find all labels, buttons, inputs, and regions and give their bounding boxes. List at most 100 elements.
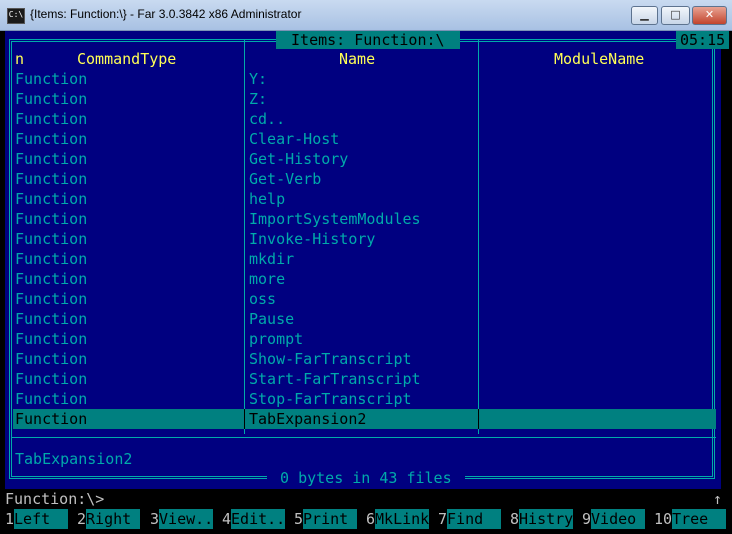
column-separator bbox=[478, 409, 479, 429]
item-commandtype: Function bbox=[15, 250, 88, 268]
list-item[interactable]: Function Get-History bbox=[13, 149, 716, 169]
panel-status-divider bbox=[11, 437, 716, 438]
item-commandtype: Function bbox=[15, 410, 88, 428]
fkey-label: MkLink bbox=[375, 509, 430, 529]
fkey-6[interactable]: 6MkLink bbox=[366, 509, 430, 529]
minimize-button[interactable]: ▁ bbox=[631, 6, 658, 25]
item-commandtype: Function bbox=[15, 290, 88, 308]
item-name: Start-FarTranscript bbox=[249, 370, 421, 388]
item-name: cd.. bbox=[249, 110, 286, 128]
fkey-label: Find bbox=[447, 509, 502, 529]
fkey-label: Left bbox=[14, 509, 69, 529]
fkey-number: 8 bbox=[510, 510, 520, 528]
fkey-4[interactable]: 4Edit.. bbox=[222, 509, 286, 529]
window-titlebar[interactable]: C:\ {Items: Function:\} - Far 3.0.3842 x… bbox=[0, 0, 732, 31]
column-header-modulename[interactable]: ModuleName bbox=[554, 49, 644, 69]
item-name: Get-Verb bbox=[249, 170, 322, 188]
item-name: Stop-FarTranscript bbox=[249, 390, 412, 408]
item-commandtype: Function bbox=[15, 70, 88, 88]
list-item[interactable]: Function prompt bbox=[13, 329, 716, 349]
item-name: Show-FarTranscript bbox=[249, 350, 412, 368]
fkey-number: 3 bbox=[150, 510, 160, 528]
item-name: more bbox=[249, 270, 286, 288]
far-manager-window: C:\ {Items: Function:\} - Far 3.0.3842 x… bbox=[0, 0, 732, 534]
fkey-8[interactable]: 8Histry bbox=[510, 509, 574, 529]
fkey-1[interactable]: 1Left bbox=[5, 509, 69, 529]
item-name: Get-History bbox=[249, 150, 349, 168]
fkey-3[interactable]: 3View.. bbox=[150, 509, 214, 529]
item-name: Y: bbox=[249, 70, 268, 88]
column-separator bbox=[244, 409, 245, 429]
fkey-label: View.. bbox=[159, 509, 214, 529]
list-item[interactable]: Function Stop-FarTranscript bbox=[13, 389, 716, 409]
close-button[interactable]: ✕ bbox=[692, 6, 727, 25]
list-item[interactable]: Function Clear-Host bbox=[13, 129, 716, 149]
column-header-commandtype[interactable]: CommandType bbox=[77, 49, 176, 69]
console-app-icon[interactable]: C:\ bbox=[7, 8, 25, 24]
list-item[interactable]: Function Z: bbox=[13, 89, 716, 109]
item-commandtype: Function bbox=[15, 350, 88, 368]
list-item[interactable]: Function help bbox=[13, 189, 716, 209]
maximize-button[interactable]: □ bbox=[661, 6, 690, 25]
item-name: oss bbox=[249, 290, 277, 308]
item-commandtype: Function bbox=[15, 370, 88, 388]
list-item[interactable]: Function cd.. bbox=[13, 109, 716, 129]
file-panel[interactable]: Items: Function:\ 05:15 n CommandType Na… bbox=[5, 31, 730, 489]
item-commandtype: Function bbox=[15, 310, 88, 328]
item-commandtype: Function bbox=[15, 90, 88, 108]
item-name: Z: bbox=[249, 90, 268, 108]
list-item[interactable]: Function Invoke-History bbox=[13, 229, 716, 249]
item-commandtype: Function bbox=[15, 170, 88, 188]
panel-status-line: TabExpansion2 bbox=[15, 450, 133, 468]
command-line[interactable]: Function:\> ↑ bbox=[5, 489, 728, 509]
window-title: {Items: Function:\} - Far 3.0.3842 x86 A… bbox=[30, 7, 302, 21]
item-commandtype: Function bbox=[15, 150, 88, 168]
list-item[interactable]: Function Pause bbox=[13, 309, 716, 329]
fkey-5[interactable]: 5Print bbox=[294, 509, 358, 529]
item-name: Invoke-History bbox=[249, 230, 376, 248]
item-commandtype: Function bbox=[15, 190, 88, 208]
panel-title: Items: Function:\ bbox=[276, 31, 460, 49]
fkey-7[interactable]: 7Find bbox=[438, 509, 502, 529]
item-commandtype: Function bbox=[15, 330, 88, 348]
fkey-number: 10 bbox=[654, 510, 673, 528]
item-name: Pause bbox=[249, 310, 295, 328]
list-item[interactable]: Function more bbox=[13, 269, 716, 289]
command-prompt: Function:\> bbox=[5, 490, 105, 508]
list-item[interactable]: Function mkdir bbox=[13, 249, 716, 269]
panel-summary: 0 bytes in 43 files bbox=[267, 468, 465, 488]
fkey-number: 7 bbox=[438, 510, 448, 528]
column-header-n[interactable]: n bbox=[15, 49, 24, 69]
clock: 05:15 bbox=[676, 31, 730, 49]
column-header-name[interactable]: Name bbox=[339, 49, 375, 69]
item-commandtype: Function bbox=[15, 270, 88, 288]
item-commandtype: Function bbox=[15, 110, 88, 128]
fkey-number: 9 bbox=[582, 510, 592, 528]
item-name: help bbox=[249, 190, 286, 208]
fkey-9[interactable]: 9Video bbox=[582, 509, 646, 529]
item-commandtype: Function bbox=[15, 210, 88, 228]
list-item[interactable]: Function oss bbox=[13, 289, 716, 309]
item-name: mkdir bbox=[249, 250, 295, 268]
fkey-number: 4 bbox=[222, 510, 232, 528]
fkey-label: Histry bbox=[519, 509, 574, 529]
console-area: Items: Function:\ 05:15 n CommandType Na… bbox=[5, 31, 730, 531]
item-name: Clear-Host bbox=[249, 130, 340, 148]
item-commandtype: Function bbox=[15, 390, 88, 408]
selected-list-item[interactable]: Function TabExpansion2 bbox=[13, 409, 716, 429]
list-item[interactable]: Function Y: bbox=[13, 69, 716, 89]
list-item[interactable]: Function ImportSystemModules bbox=[13, 209, 716, 229]
list-item[interactable]: Function Get-Verb bbox=[13, 169, 716, 189]
item-name: ImportSystemModules bbox=[249, 210, 421, 228]
fkey-number: 5 bbox=[294, 510, 304, 528]
fkey-number: 6 bbox=[366, 510, 376, 528]
fkey-label: Right bbox=[86, 509, 141, 529]
fkey-number: 2 bbox=[77, 510, 87, 528]
list-item[interactable]: Function Start-FarTranscript bbox=[13, 369, 716, 389]
list-item[interactable]: Function Show-FarTranscript bbox=[13, 349, 716, 369]
fkey-10[interactable]: 10Tree bbox=[654, 509, 727, 529]
scroll-up-icon: ↑ bbox=[712, 490, 722, 508]
fkey-2[interactable]: 2Right bbox=[77, 509, 141, 529]
item-name: prompt bbox=[249, 330, 304, 348]
fkey-number: 1 bbox=[5, 510, 15, 528]
